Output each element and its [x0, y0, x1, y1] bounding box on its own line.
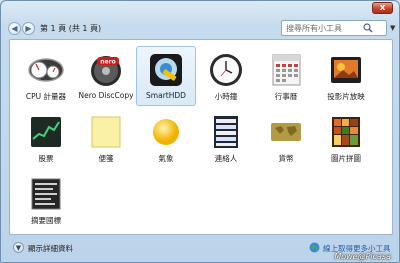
- globe-icon: [309, 242, 320, 253]
- gadget-label: Nero DiscCopy: [78, 91, 134, 100]
- calendar-icon: [267, 52, 305, 88]
- chevron-down-icon[interactable]: ▼: [390, 22, 398, 34]
- gadget-notes[interactable]: 便箋: [76, 108, 136, 168]
- contacts-list-icon: [207, 114, 245, 150]
- gadget-label: 圖片拼圖: [331, 154, 361, 163]
- gadget-slideshow[interactable]: 投影片放映: [316, 46, 376, 106]
- clock-icon: [207, 52, 245, 88]
- gadget-contacts[interactable]: 連絡人: [196, 108, 256, 168]
- watermark: Mowe@Picasa: [334, 252, 391, 261]
- svg-text:nero: nero: [100, 59, 115, 66]
- arrow-left-icon: ◀: [11, 24, 18, 33]
- puzzle-icon: [327, 114, 365, 150]
- feed-headlines-icon: [27, 176, 65, 212]
- gadget-label: 摘要國標: [31, 216, 61, 225]
- disc-icon: nero: [87, 52, 125, 88]
- arrow-right-icon: ▶: [25, 24, 32, 33]
- world-map-icon: [267, 114, 305, 150]
- search-icon[interactable]: [363, 23, 373, 33]
- gadget-stocks[interactable]: 股票: [16, 108, 76, 168]
- next-page-button[interactable]: ▶: [22, 22, 35, 35]
- gadget-label: SmartHDD: [146, 91, 186, 100]
- gadget-clock[interactable]: 小時鐘: [196, 46, 256, 106]
- sticky-note-icon: [87, 114, 125, 150]
- gadget-label: CPU 計量器: [25, 92, 67, 101]
- gadget-feed-headlines[interactable]: 摘要國標: [16, 170, 76, 230]
- gadget-calendar[interactable]: 行事曆: [256, 46, 316, 106]
- previous-page-button[interactable]: ◀: [8, 22, 21, 35]
- slideshow-icon: [327, 52, 365, 88]
- gadget-weather[interactable]: 氣象: [136, 108, 196, 168]
- page-indicator: 第 1 頁 (共 1 頁): [40, 24, 102, 33]
- stocks-chart-icon: [27, 114, 65, 150]
- cpu-meter-icon: [27, 52, 65, 88]
- gadget-currency[interactable]: 貨幣: [256, 108, 316, 168]
- gadget-label: 連絡人: [214, 154, 238, 163]
- hard-drive-icon: [147, 52, 185, 88]
- close-button[interactable]: x: [372, 2, 393, 14]
- gadget-label: 股票: [38, 154, 54, 163]
- gadget-label: 小時鐘: [214, 92, 238, 101]
- gadget-nero-disccopy[interactable]: nero Nero DiscCopy: [76, 46, 136, 106]
- gadget-gallery-window: x ◀ ▶ 第 1 頁 (共 1 頁) 搜尋所有小工具 ▼ CPU 計量器 ne…: [0, 0, 400, 263]
- search-placeholder: 搜尋所有小工具: [286, 24, 342, 33]
- gadget-grid: CPU 計量器 nero Nero DiscCopy SmartHDD 小時鐘 …: [9, 39, 393, 235]
- gadget-label: 行事曆: [274, 92, 298, 101]
- show-details-toggle[interactable]: ▼: [13, 242, 24, 253]
- show-details-label[interactable]: 顯示詳細資料: [28, 243, 73, 254]
- sun-icon: [147, 114, 185, 150]
- gadget-label: 投影片放映: [327, 92, 365, 101]
- gadget-cpu-meter[interactable]: CPU 計量器: [16, 46, 76, 106]
- gadget-label: 便箋: [98, 154, 114, 163]
- gadget-smarthdd[interactable]: SmartHDD: [136, 46, 196, 106]
- gadget-label: 貨幣: [278, 154, 294, 163]
- chevron-down-icon: ▼: [15, 244, 22, 252]
- search-input[interactable]: 搜尋所有小工具: [281, 20, 387, 36]
- gadget-label: 氣象: [158, 154, 174, 163]
- gadget-picture-puzzle[interactable]: 圖片拼圖: [316, 108, 376, 168]
